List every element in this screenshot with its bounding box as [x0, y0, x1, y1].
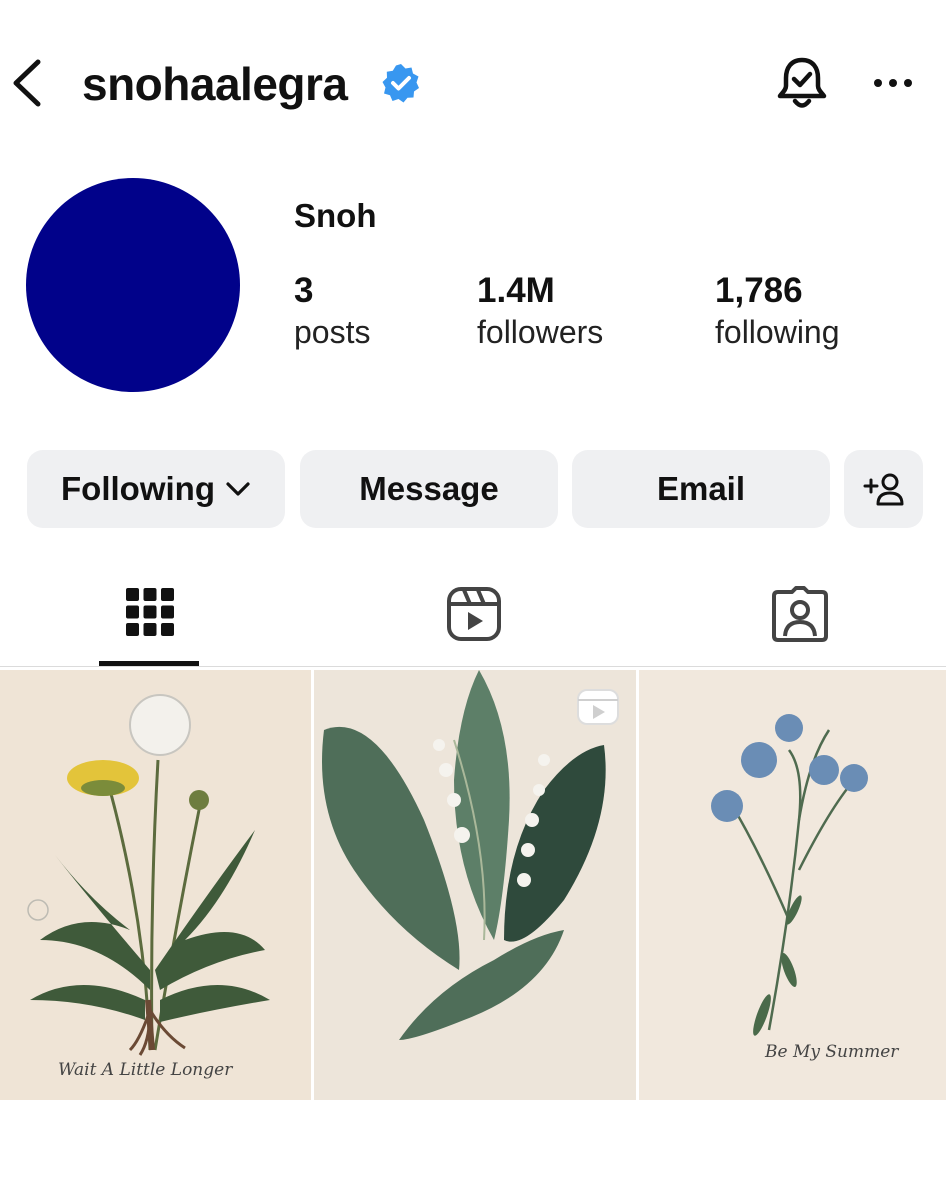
stat-posts-label: posts — [294, 314, 371, 350]
stat-posts-count: 3 — [294, 271, 314, 310]
tab-divider — [0, 666, 946, 667]
suggested-users-button[interactable] — [844, 450, 923, 528]
stat-following[interactable]: 1,786 following — [715, 270, 840, 352]
stat-followers-label: followers — [477, 314, 604, 350]
post-tile-2[interactable] — [314, 670, 636, 1100]
stat-posts[interactable]: 3 posts — [294, 270, 370, 352]
reels-icon — [577, 689, 619, 725]
stat-followers[interactable]: 1.4M followers — [477, 270, 603, 352]
email-button-label: Email — [656, 470, 746, 507]
lily-of-the-valley-illustration — [314, 670, 636, 1100]
tab-posts[interactable] — [120, 584, 180, 644]
post-caption-1: Wait A Little Longer — [58, 1060, 233, 1080]
back-button[interactable] — [8, 58, 48, 108]
stat-followers-count: 1.4M — [477, 271, 555, 310]
add-person-icon — [863, 473, 903, 506]
profile-username: snohaalegra — [82, 58, 348, 110]
more-horizontal-icon — [874, 79, 912, 87]
chevron-left-icon — [13, 59, 41, 107]
post-tile-3[interactable]: Be My Summer — [639, 670, 946, 1100]
reels-icon — [447, 587, 501, 641]
chevron-down-icon — [226, 482, 250, 496]
post-caption-3: Be My Summer — [765, 1042, 899, 1062]
following-button-label: Following — [61, 470, 215, 507]
tab-reels[interactable] — [444, 584, 504, 644]
bell-check-icon — [777, 57, 827, 108]
following-button[interactable]: Following — [27, 450, 285, 528]
display-name: Snoh — [294, 197, 377, 234]
message-button[interactable]: Message — [300, 450, 558, 528]
verified-badge-icon — [380, 62, 422, 104]
email-button[interactable]: Email — [572, 450, 830, 528]
tab-tagged[interactable] — [770, 584, 830, 644]
grid-icon — [126, 588, 174, 636]
notifications-button[interactable] — [774, 54, 830, 112]
dandelion-illustration — [0, 670, 311, 1100]
reel-badge — [576, 688, 620, 726]
message-button-label: Message — [359, 470, 499, 507]
post-tile-1[interactable]: Wait A Little Longer — [0, 670, 311, 1100]
avatar[interactable] — [26, 178, 240, 392]
stat-following-label: following — [715, 314, 840, 350]
stat-following-count: 1,786 — [715, 271, 803, 310]
more-options-button[interactable] — [870, 66, 916, 100]
blue-flax-illustration — [639, 670, 946, 1100]
tagged-person-icon — [772, 586, 828, 642]
